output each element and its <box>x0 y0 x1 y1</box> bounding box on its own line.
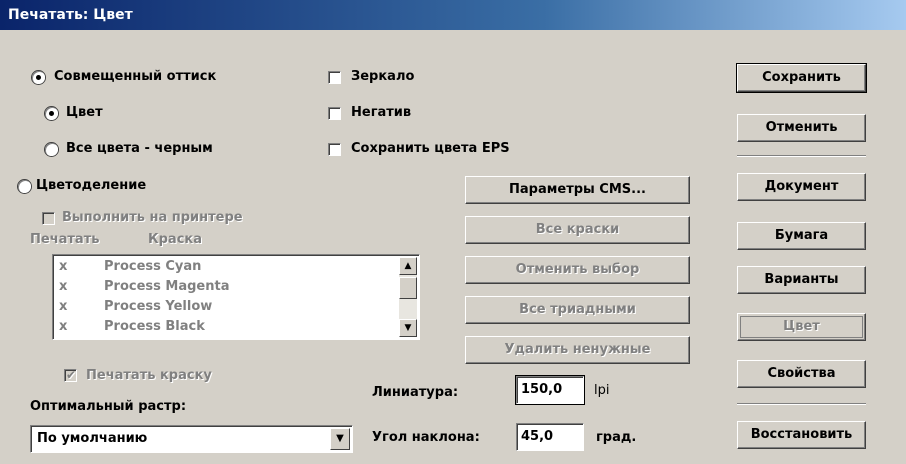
scroll-down-icon[interactable]: ▼ <box>399 319 417 337</box>
radio-dot-icon <box>36 75 41 80</box>
ink-name: Process Magenta <box>104 279 230 294</box>
separations-label[interactable]: Цветоделение <box>36 177 146 195</box>
print-color-dialog: Печатать: Цвет Совмещенный оттиск Цвет В… <box>0 0 906 464</box>
angle-input[interactable]: 45,0 <box>516 423 584 451</box>
print-mark: x <box>59 259 68 274</box>
chevron-down-icon[interactable]: ▼ <box>330 428 350 450</box>
ink-name: Process Cyan <box>104 259 202 274</box>
cancel-button[interactable]: Отменить <box>737 114 866 142</box>
col-ink-header: Краска <box>148 232 203 247</box>
mirror-checkbox[interactable] <box>328 71 341 84</box>
all-black-label[interactable]: Все цвета - черным <box>66 140 213 158</box>
list-scrollbar[interactable]: ▲ ▼ <box>399 257 417 337</box>
col-print-header: Печатать <box>30 232 100 247</box>
lpi-unit: lpi <box>594 383 610 398</box>
lpi-label: Линиатура: <box>372 385 459 400</box>
list-item[interactable]: x Process Cyan <box>59 257 201 277</box>
print-ink-label: Печатать краску <box>86 368 212 383</box>
composite-radio[interactable] <box>32 71 45 84</box>
screen-value: По умолчанию <box>37 431 148 446</box>
save-eps-checkbox[interactable] <box>328 143 341 156</box>
negative-checkbox[interactable] <box>328 107 341 120</box>
print-mark: x <box>59 319 68 334</box>
scroll-up-icon[interactable]: ▲ <box>399 257 417 275</box>
separator <box>737 403 866 405</box>
separations-radio[interactable] <box>18 180 31 193</box>
on-printer-label: Выполнить на принтере <box>62 210 243 225</box>
paper-button[interactable]: Бумага <box>737 222 866 250</box>
color-button[interactable]: Цвет <box>737 313 866 341</box>
checkmark-icon: ✔ <box>66 368 77 382</box>
color-label[interactable]: Цвет <box>66 104 103 122</box>
list-item[interactable]: x Process Magenta <box>59 277 229 297</box>
restore-button[interactable]: Восстановить <box>737 421 866 449</box>
cms-button[interactable]: Параметры CMS... <box>465 176 690 204</box>
all-black-radio[interactable] <box>45 143 58 156</box>
on-printer-checkbox[interactable] <box>42 212 55 225</box>
print-mark: x <box>59 279 68 294</box>
save-eps-label[interactable]: Сохранить цвета EPS <box>351 140 510 158</box>
properties-button[interactable]: Свойства <box>737 360 866 388</box>
print-mark: x <box>59 299 68 314</box>
deselect-button[interactable]: Отменить выбор <box>465 256 690 284</box>
composite-label[interactable]: Совмещенный оттиск <box>54 68 216 86</box>
options-button[interactable]: Варианты <box>737 266 866 294</box>
ink-name: Process Black <box>104 319 205 334</box>
list-item[interactable]: x Process Yellow <box>59 297 212 317</box>
all-inks-button[interactable]: Все краски <box>465 216 690 244</box>
separator <box>737 155 866 157</box>
angle-unit: град. <box>596 430 637 445</box>
dialog-title: Печатать: Цвет <box>0 0 906 30</box>
list-item[interactable]: x Process Black <box>59 317 205 337</box>
save-button[interactable]: Сохранить <box>736 63 867 93</box>
lpi-input[interactable]: 150,0 <box>515 375 585 405</box>
mirror-label[interactable]: Зеркало <box>351 68 414 86</box>
radio-dot-icon <box>49 111 54 116</box>
ink-listbox[interactable]: x Process Cyan x Process Magenta x Process … <box>52 254 420 340</box>
remove-unused-button[interactable]: Удалить ненужные <box>465 336 690 364</box>
ink-name: Process Yellow <box>104 299 213 314</box>
document-button[interactable]: Документ <box>737 173 866 201</box>
negative-label[interactable]: Негатив <box>351 104 411 122</box>
angle-label: Угол наклона: <box>372 430 480 445</box>
screen-label: Оптимальный растр: <box>30 399 187 414</box>
all-triad-button[interactable]: Все триадными <box>465 296 690 324</box>
scroll-thumb[interactable] <box>399 277 417 299</box>
color-radio[interactable] <box>45 107 58 120</box>
print-ink-checkbox[interactable]: ✔ <box>64 368 77 382</box>
screen-combobox[interactable]: По умолчанию ▼ <box>30 425 353 453</box>
